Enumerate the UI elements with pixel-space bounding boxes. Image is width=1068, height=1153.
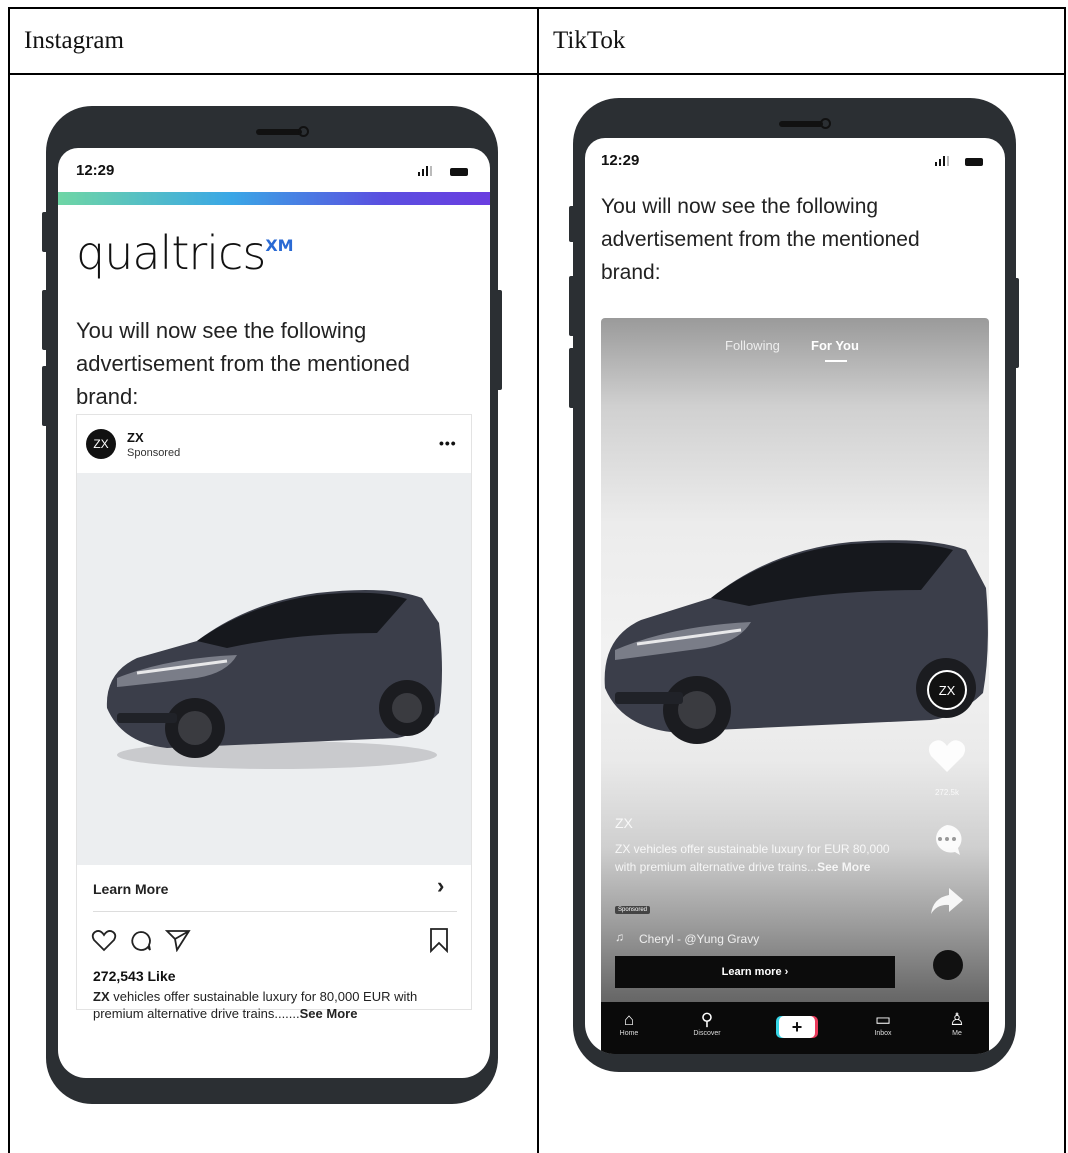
like-heart-icon[interactable] bbox=[927, 738, 967, 774]
heart-icon[interactable] bbox=[91, 929, 117, 953]
tab-underline bbox=[825, 360, 847, 362]
music-disc-icon[interactable] bbox=[933, 950, 963, 980]
search-icon: ⚲ bbox=[700, 1010, 714, 1029]
share-icon[interactable] bbox=[165, 928, 191, 952]
phone-speaker bbox=[256, 129, 302, 135]
music-title[interactable]: Cheryl - @Yung Gravy bbox=[639, 930, 759, 948]
video-caption: ZX vehicles offer sustainable luxury for… bbox=[615, 840, 905, 876]
chevron-right-icon[interactable]: › bbox=[437, 873, 444, 899]
intro-text: You will now see the following advertise… bbox=[601, 195, 920, 284]
phone-speaker bbox=[779, 121, 823, 127]
learn-more-button[interactable]: Learn More bbox=[93, 881, 168, 897]
more-options-button[interactable]: ••• bbox=[439, 435, 457, 451]
nav-discover[interactable]: ⚲ Discover bbox=[685, 1010, 729, 1037]
bottom-nav: ⌂ Home ⚲ Discover + ▭ Inbox ♙ Me bbox=[601, 1002, 989, 1054]
tiktok-screen: 12:29 You will now see the following adv… bbox=[585, 138, 1005, 1054]
battery-icon bbox=[965, 158, 983, 166]
account-name[interactable]: ZX bbox=[615, 814, 633, 832]
tab-following[interactable]: Following bbox=[725, 338, 780, 353]
intro-text: You will now see the following advertise… bbox=[76, 318, 410, 409]
inbox-icon: ▭ bbox=[874, 1010, 892, 1029]
plus-icon: + bbox=[791, 1016, 803, 1037]
caption-username[interactable]: ZX bbox=[93, 989, 110, 1004]
caption-text: vehicles offer sustainable luxury for 80… bbox=[93, 989, 418, 1021]
sponsored-badge: Sponsored bbox=[615, 906, 651, 914]
nav-me[interactable]: ♙ Me bbox=[935, 1010, 979, 1037]
tiktok-video[interactable]: Following For You ZX 272.5k ZX ZX vehicl… bbox=[601, 318, 989, 1054]
home-icon: ⌂ bbox=[623, 1010, 635, 1029]
learn-more-button[interactable]: Learn more › bbox=[615, 956, 895, 988]
signal-icon bbox=[418, 166, 432, 176]
phone-camera bbox=[820, 118, 831, 129]
post-caption: ZX vehicles offer sustainable luxury for… bbox=[93, 988, 463, 1022]
post-username[interactable]: ZX bbox=[127, 430, 144, 445]
status-bar: 12:29 bbox=[585, 138, 1005, 178]
share-arrow-icon[interactable] bbox=[929, 886, 965, 916]
phone-camera bbox=[298, 126, 309, 137]
ad-image-car[interactable] bbox=[77, 473, 471, 865]
create-plus-button[interactable]: + bbox=[779, 1016, 815, 1038]
comment-icon[interactable] bbox=[129, 929, 153, 953]
instagram-screen: 12:29 qualtricsXM You will now see the f… bbox=[58, 148, 490, 1078]
tiktok-phone: 12:29 You will now see the following adv… bbox=[573, 98, 1016, 1072]
instagram-post: ZX ZX Sponsored ••• Learn More › 272,543… bbox=[76, 414, 472, 1021]
battery-icon bbox=[450, 168, 468, 176]
instagram-phone: 12:29 qualtricsXM You will now see the f… bbox=[46, 106, 498, 1104]
divider bbox=[93, 911, 457, 912]
tab-for-you[interactable]: For You bbox=[811, 338, 859, 353]
header-instagram: Instagram bbox=[24, 27, 124, 54]
nav-inbox[interactable]: ▭ Inbox bbox=[861, 1010, 905, 1037]
bookmark-icon[interactable] bbox=[429, 927, 449, 953]
see-more-link[interactable]: See More bbox=[817, 860, 870, 874]
music-note-icon: ♫ bbox=[615, 930, 624, 944]
header-tiktok: TikTok bbox=[553, 27, 626, 54]
comment-icon[interactable] bbox=[929, 822, 965, 858]
brand-gradient-bar bbox=[58, 192, 490, 205]
signal-icon bbox=[935, 156, 949, 166]
like-count: 272.5k bbox=[934, 788, 960, 797]
car-illustration bbox=[106, 589, 442, 769]
sponsored-label: Sponsored bbox=[127, 447, 181, 459]
column-divider bbox=[537, 9, 539, 1153]
qualtrics-logo: qualtricsXM bbox=[76, 226, 294, 280]
nav-home[interactable]: ⌂ Home bbox=[607, 1010, 651, 1037]
status-time: 12:29 bbox=[76, 162, 115, 179]
like-count: 272,543 Like bbox=[93, 968, 176, 984]
see-more-link[interactable]: See More bbox=[300, 1006, 358, 1021]
avatar[interactable]: ZX bbox=[86, 429, 116, 459]
creator-avatar[interactable]: ZX bbox=[927, 670, 967, 710]
status-bar: 12:29 bbox=[58, 148, 490, 188]
status-time: 12:29 bbox=[601, 152, 640, 169]
profile-icon: ♙ bbox=[949, 1010, 965, 1029]
